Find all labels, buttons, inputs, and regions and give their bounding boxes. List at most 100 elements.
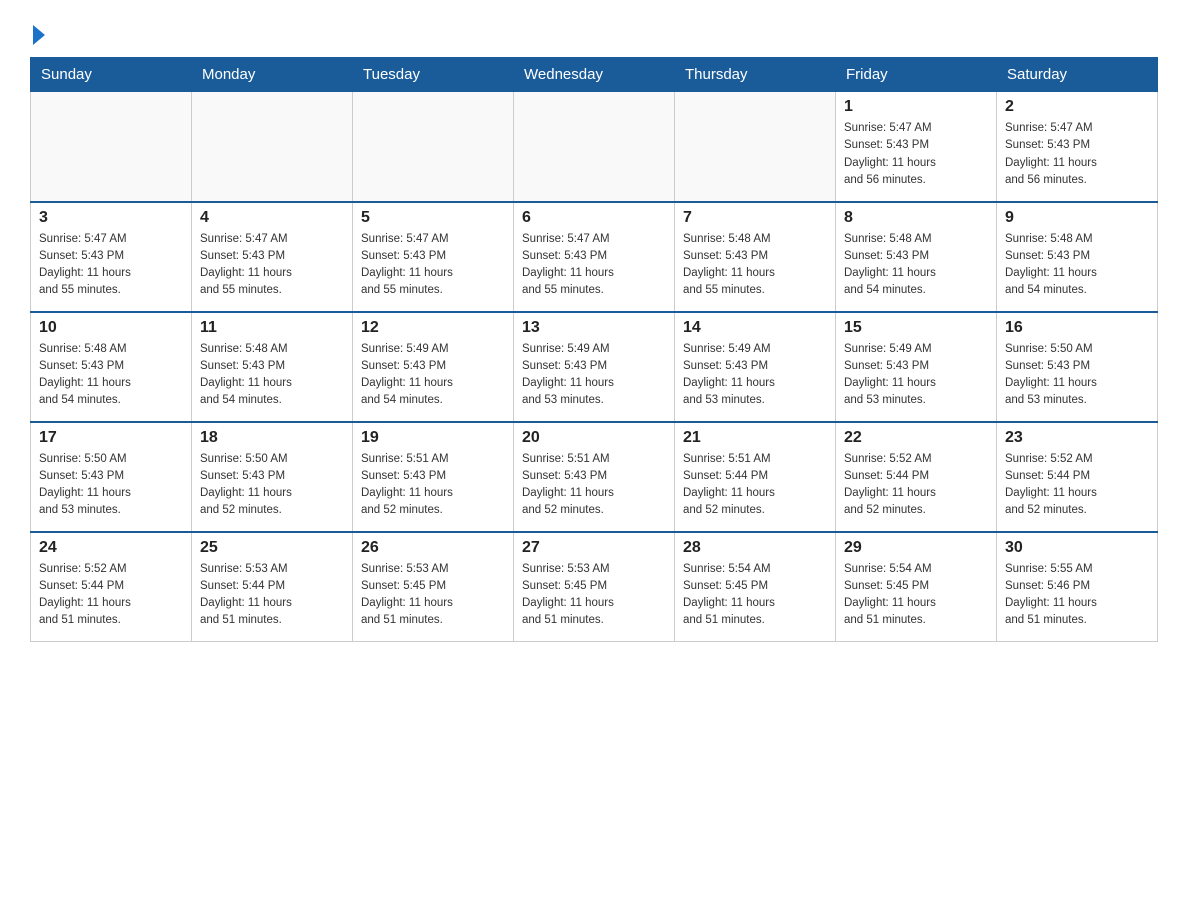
day-info: Sunrise: 5:51 AMSunset: 5:43 PMDaylight:…	[522, 451, 666, 520]
calendar-cell: 28 Sunrise: 5:54 AMSunset: 5:45 PMDayligh…	[675, 532, 836, 642]
calendar-cell: 22 Sunrise: 5:52 AMSunset: 5:44 PMDayligh…	[836, 422, 997, 532]
calendar-cell: 4 Sunrise: 5:47 AMSunset: 5:43 PMDaylight…	[192, 202, 353, 312]
day-info: Sunrise: 5:52 AMSunset: 5:44 PMDaylight:…	[1005, 451, 1149, 520]
day-number: 15	[844, 319, 988, 337]
calendar-table: SundayMondayTuesdayWednesdayThursdayFrid…	[30, 57, 1158, 642]
day-info: Sunrise: 5:55 AMSunset: 5:46 PMDaylight:…	[1005, 561, 1149, 630]
day-info: Sunrise: 5:47 AMSunset: 5:43 PMDaylight:…	[39, 231, 183, 300]
day-info: Sunrise: 5:54 AMSunset: 5:45 PMDaylight:…	[844, 561, 988, 630]
day-info: Sunrise: 5:54 AMSunset: 5:45 PMDaylight:…	[683, 561, 827, 630]
calendar-week-row: 17 Sunrise: 5:50 AMSunset: 5:43 PMDayligh…	[31, 422, 1158, 532]
calendar-cell: 1 Sunrise: 5:47 AMSunset: 5:43 PMDaylight…	[836, 92, 997, 202]
calendar-cell: 6 Sunrise: 5:47 AMSunset: 5:43 PMDaylight…	[514, 202, 675, 312]
calendar-week-row: 10 Sunrise: 5:48 AMSunset: 5:43 PMDayligh…	[31, 312, 1158, 422]
day-number: 16	[1005, 319, 1149, 337]
day-info: Sunrise: 5:53 AMSunset: 5:44 PMDaylight:…	[200, 561, 344, 630]
day-info: Sunrise: 5:49 AMSunset: 5:43 PMDaylight:…	[522, 341, 666, 410]
day-number: 10	[39, 319, 183, 337]
day-info: Sunrise: 5:50 AMSunset: 5:43 PMDaylight:…	[39, 451, 183, 520]
day-number: 3	[39, 209, 183, 227]
day-number: 26	[361, 539, 505, 557]
calendar-header-friday: Friday	[836, 58, 997, 92]
day-info: Sunrise: 5:48 AMSunset: 5:43 PMDaylight:…	[683, 231, 827, 300]
calendar-week-row: 24 Sunrise: 5:52 AMSunset: 5:44 PMDayligh…	[31, 532, 1158, 642]
calendar-week-row: 3 Sunrise: 5:47 AMSunset: 5:43 PMDaylight…	[31, 202, 1158, 312]
day-number: 6	[522, 209, 666, 227]
calendar-cell	[353, 92, 514, 202]
day-number: 22	[844, 429, 988, 447]
day-info: Sunrise: 5:47 AMSunset: 5:43 PMDaylight:…	[1005, 120, 1149, 189]
calendar-cell: 26Sunrise: 5:53 AMSunset: 5:45 PMDayligh…	[353, 532, 514, 642]
logo	[30, 20, 45, 47]
day-number: 13	[522, 319, 666, 337]
calendar-cell: 7 Sunrise: 5:48 AMSunset: 5:43 PMDaylight…	[675, 202, 836, 312]
day-info: Sunrise: 5:52 AMSunset: 5:44 PMDaylight:…	[844, 451, 988, 520]
day-info: Sunrise: 5:47 AMSunset: 5:43 PMDaylight:…	[522, 231, 666, 300]
calendar-header-sunday: Sunday	[31, 58, 192, 92]
day-number: 7	[683, 209, 827, 227]
day-info: Sunrise: 5:47 AMSunset: 5:43 PMDaylight:…	[361, 231, 505, 300]
calendar-header-monday: Monday	[192, 58, 353, 92]
calendar-cell: 25 Sunrise: 5:53 AMSunset: 5:44 PMDayligh…	[192, 532, 353, 642]
day-info: Sunrise: 5:51 AMSunset: 5:43 PMDaylight:…	[361, 451, 505, 520]
day-number: 4	[200, 209, 344, 227]
day-number: 20	[522, 429, 666, 447]
calendar-cell: 21Sunrise: 5:51 AMSunset: 5:44 PMDayligh…	[675, 422, 836, 532]
calendar-cell: 17 Sunrise: 5:50 AMSunset: 5:43 PMDayligh…	[31, 422, 192, 532]
calendar-cell: 18 Sunrise: 5:50 AMSunset: 5:43 PMDayligh…	[192, 422, 353, 532]
day-info: Sunrise: 5:48 AMSunset: 5:43 PMDaylight:…	[1005, 231, 1149, 300]
calendar-cell: 8Sunrise: 5:48 AMSunset: 5:43 PMDaylight…	[836, 202, 997, 312]
calendar-cell: 2 Sunrise: 5:47 AMSunset: 5:43 PMDaylight…	[997, 92, 1158, 202]
calendar-cell	[192, 92, 353, 202]
calendar-cell: 23 Sunrise: 5:52 AMSunset: 5:44 PMDayligh…	[997, 422, 1158, 532]
calendar-cell: 13 Sunrise: 5:49 AMSunset: 5:43 PMDayligh…	[514, 312, 675, 422]
day-info: Sunrise: 5:50 AMSunset: 5:43 PMDaylight:…	[200, 451, 344, 520]
calendar-cell	[514, 92, 675, 202]
calendar-header-thursday: Thursday	[675, 58, 836, 92]
calendar-cell: 27Sunrise: 5:53 AMSunset: 5:45 PMDayligh…	[514, 532, 675, 642]
day-number: 27	[522, 539, 666, 557]
day-number: 12	[361, 319, 505, 337]
day-number: 2	[1005, 98, 1149, 116]
day-info: Sunrise: 5:52 AMSunset: 5:44 PMDaylight:…	[39, 561, 183, 630]
day-info: Sunrise: 5:48 AMSunset: 5:43 PMDaylight:…	[39, 341, 183, 410]
day-number: 11	[200, 319, 344, 337]
calendar-header-wednesday: Wednesday	[514, 58, 675, 92]
day-info: Sunrise: 5:47 AMSunset: 5:43 PMDaylight:…	[844, 120, 988, 189]
day-number: 25	[200, 539, 344, 557]
page-header	[30, 20, 1158, 47]
calendar-cell: 30 Sunrise: 5:55 AMSunset: 5:46 PMDayligh…	[997, 532, 1158, 642]
calendar-cell: 3 Sunrise: 5:47 AMSunset: 5:43 PMDaylight…	[31, 202, 192, 312]
day-number: 29	[844, 539, 988, 557]
calendar-header-saturday: Saturday	[997, 58, 1158, 92]
calendar-cell: 14 Sunrise: 5:49 AMSunset: 5:43 PMDayligh…	[675, 312, 836, 422]
calendar-header-row: SundayMondayTuesdayWednesdayThursdayFrid…	[31, 58, 1158, 92]
day-number: 23	[1005, 429, 1149, 447]
day-info: Sunrise: 5:49 AMSunset: 5:43 PMDaylight:…	[683, 341, 827, 410]
calendar-cell: 9Sunrise: 5:48 AMSunset: 5:43 PMDaylight…	[997, 202, 1158, 312]
day-info: Sunrise: 5:47 AMSunset: 5:43 PMDaylight:…	[200, 231, 344, 300]
day-number: 21	[683, 429, 827, 447]
day-number: 30	[1005, 539, 1149, 557]
day-number: 5	[361, 209, 505, 227]
day-number: 8	[844, 209, 988, 227]
calendar-cell: 20 Sunrise: 5:51 AMSunset: 5:43 PMDayligh…	[514, 422, 675, 532]
calendar-cell: 10 Sunrise: 5:48 AMSunset: 5:43 PMDayligh…	[31, 312, 192, 422]
day-number: 18	[200, 429, 344, 447]
calendar-cell: 16 Sunrise: 5:50 AMSunset: 5:43 PMDayligh…	[997, 312, 1158, 422]
calendar-cell	[675, 92, 836, 202]
calendar-cell	[31, 92, 192, 202]
day-info: Sunrise: 5:49 AMSunset: 5:43 PMDaylight:…	[361, 341, 505, 410]
day-number: 1	[844, 98, 988, 116]
calendar-header-tuesday: Tuesday	[353, 58, 514, 92]
day-info: Sunrise: 5:48 AMSunset: 5:43 PMDaylight:…	[200, 341, 344, 410]
calendar-cell: 11 Sunrise: 5:48 AMSunset: 5:43 PMDayligh…	[192, 312, 353, 422]
day-number: 17	[39, 429, 183, 447]
day-info: Sunrise: 5:50 AMSunset: 5:43 PMDaylight:…	[1005, 341, 1149, 410]
day-number: 28	[683, 539, 827, 557]
day-number: 14	[683, 319, 827, 337]
day-number: 24	[39, 539, 183, 557]
calendar-cell: 12 Sunrise: 5:49 AMSunset: 5:43 PMDayligh…	[353, 312, 514, 422]
logo-arrow-icon	[33, 25, 45, 45]
calendar-cell: 5 Sunrise: 5:47 AMSunset: 5:43 PMDaylight…	[353, 202, 514, 312]
